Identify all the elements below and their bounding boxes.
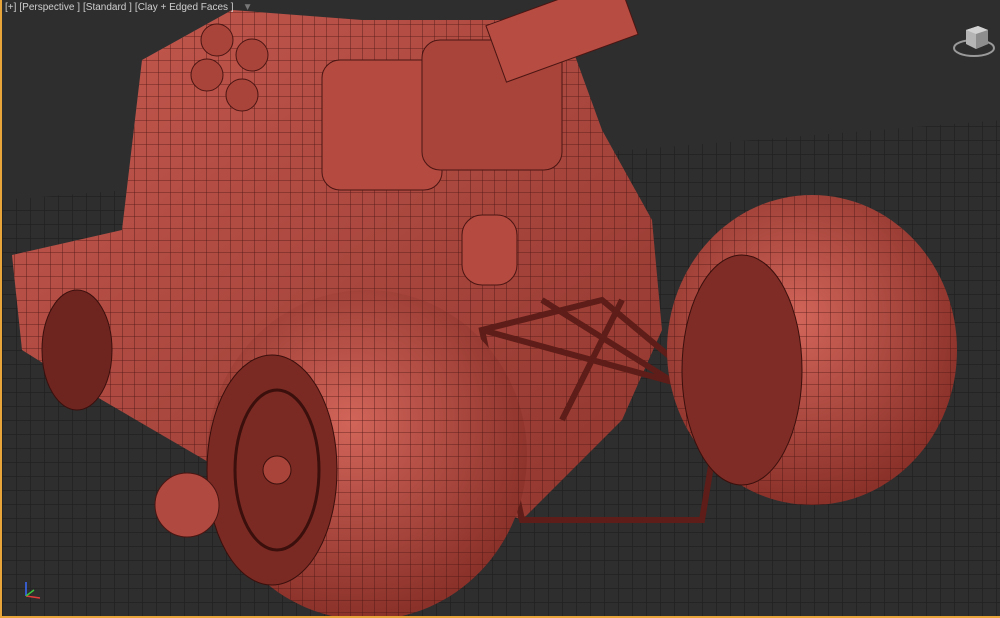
- viewport-shading-standard-menu[interactable]: [Standard ]: [83, 2, 132, 13]
- viewport-general-menu[interactable]: [+]: [5, 2, 16, 13]
- viewport-point-of-view-menu[interactable]: [Perspective ]: [19, 2, 80, 13]
- viewport-visual-style-menu[interactable]: [Clay + Edged Faces ]: [135, 2, 234, 13]
- viewport-scene[interactable]: [2, 0, 1000, 618]
- viewcube-icon[interactable]: [952, 18, 996, 62]
- perspective-viewport[interactable]: [+] [Perspective ] [Standard ] [Clay + E…: [0, 0, 1000, 618]
- axis-tripod-icon: [25, 582, 41, 599]
- filter-icon[interactable]: ▼: [243, 2, 253, 13]
- viewport-label-menu: [+] [Perspective ] [Standard ] [Clay + E…: [5, 2, 253, 13]
